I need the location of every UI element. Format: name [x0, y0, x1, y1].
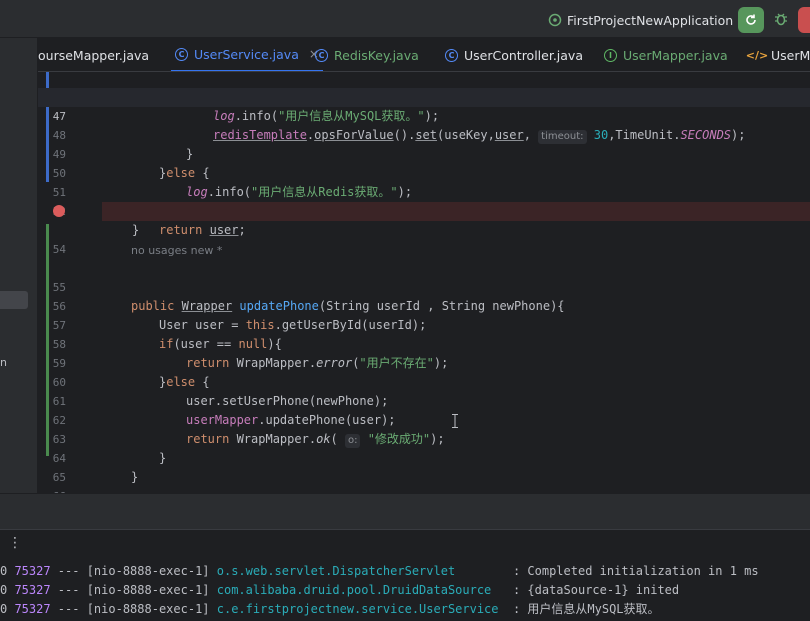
code-line: 49 }else { — [38, 126, 810, 180]
code-line: 66 } — [38, 468, 810, 493]
tab-usercontroller[interactable]: C UserController.java — [445, 38, 583, 71]
run-configuration-label: FirstProjectNewApplication — [567, 12, 734, 28]
tab-rediskey[interactable]: C RedisKey.java — [315, 38, 419, 71]
rerun-icon — [746, 14, 756, 25]
stop-button[interactable] — [798, 7, 810, 33]
tab-label: UserMa — [771, 47, 810, 63]
code-line: 46 log.info("用户信息从MySQL获取。"); — [38, 72, 810, 123]
run-console[interactable]: 0 75327 --- [nio-8888-exec-1] o.s.web.se… — [0, 559, 810, 621]
code-line: 52 return user; — [38, 183, 810, 237]
interface-icon: I — [604, 48, 617, 62]
code-line: 47 redisTemplate.opsForValue().set(useKe… — [38, 88, 810, 144]
console-logger: com.alibaba.druid.pool.DruidDataSource — [216, 583, 506, 597]
console-thread: --- [nio-8888-exec-1] — [50, 564, 217, 578]
code-line: 58 return WrapMapper.error("用户不存在"); — [38, 316, 810, 370]
editor-bottom-strip — [0, 493, 810, 529]
spring-boot-icon — [548, 13, 562, 27]
tab-label: UserMapper.java — [623, 47, 728, 63]
console-line: 0 75327 --- [nio-8888-exec-1] c.e.firstp… — [0, 600, 660, 619]
code-line: 60 user.setUserPhone(newPhone); — [38, 354, 810, 408]
rerun-button[interactable] — [738, 7, 764, 33]
console-pid: 75327 — [14, 583, 51, 597]
tab-coursemapper[interactable]: ourseMapper.java — [38, 38, 150, 71]
bug-icon — [775, 13, 787, 26]
class-icon: C — [315, 48, 328, 62]
tab-label: RedisKey.java — [334, 47, 419, 63]
console-logger: o.s.web.servlet.DispatcherServlet — [216, 564, 506, 578]
console-line: 0 75327 --- [nio-8888-exec-1] com.alibab… — [0, 581, 679, 600]
console-thread: --- [nio-8888-exec-1] — [50, 583, 217, 597]
editor-tabs: ourseMapper.java C UserService.java × C … — [38, 38, 810, 72]
code-line: 55 public Wrapper updatePhone(String use… — [38, 259, 810, 313]
more-options-icon[interactable]: ⋮ — [8, 535, 22, 551]
breakpoint-line: } — [102, 202, 810, 237]
selected-tree-item[interactable] — [0, 291, 28, 309]
tab-label: UserController.java — [464, 47, 583, 63]
console-pid: 75327 — [14, 602, 51, 616]
console-message: : Completed initialization in 1 ms — [505, 564, 759, 578]
tab-usermapper-xml[interactable]: </> UserMa — [745, 38, 810, 71]
code-line: 57 if(user == null){ — [38, 297, 810, 351]
line-number: 54 — [52, 243, 66, 256]
code-line: 64 } — [38, 430, 810, 484]
console-logger: c.e.firstprojectnew.service.UserService — [216, 602, 506, 616]
tree-item-fragment: n — [0, 356, 7, 369]
code-line: 62 return WrapMapper.ok( o: "修改成功"); — [38, 392, 810, 448]
console-prefix: 0 — [0, 583, 15, 597]
main-toolbar: FirstProjectNewApplication ⌄ — [0, 0, 810, 38]
run-configuration-selector[interactable]: FirstProjectNewApplication ⌄ — [548, 10, 751, 30]
code-line: 48 } — [38, 107, 810, 161]
code-line: 56 User user = this.getUserById(userId); — [38, 278, 810, 332]
console-prefix: 0 — [0, 564, 15, 578]
code-line: 65 — [38, 449, 810, 484]
code-line: 61 userMapper.updatePhone(user); — [38, 373, 810, 427]
console-message: : {dataSource-1} inited — [505, 583, 680, 597]
console-thread: --- [nio-8888-exec-1] — [50, 602, 217, 616]
console-line: 0 75327 --- [nio-8888-exec-1] o.s.web.se… — [0, 562, 759, 581]
console-prefix: 0 — [0, 602, 15, 616]
class-icon: C — [445, 48, 458, 62]
tab-userservice[interactable]: C UserService.java × — [171, 38, 323, 71]
debug-button[interactable] — [770, 8, 792, 30]
project-panel-edge: n — [0, 38, 38, 493]
breakpoint-icon[interactable] — [53, 205, 65, 217]
tab-label: UserService.java — [194, 46, 299, 62]
code-line: 63 } — [38, 411, 810, 465]
run-panel-header: ⋮ — [0, 529, 810, 559]
usages-inlay-hint[interactable]: no usages new * — [131, 244, 222, 257]
tab-usermapper[interactable]: I UserMapper.java — [604, 38, 728, 71]
code-editor[interactable]: 46 log.info("用户信息从MySQL获取。"); 47 redisTe… — [38, 72, 810, 493]
console-pid: 75327 — [14, 564, 51, 578]
code-line: 50 log.info("用户信息从Redis获取。"); — [38, 145, 810, 199]
text-cursor-icon — [452, 414, 458, 428]
code-line: 54 — [38, 221, 810, 256]
tab-label: ourseMapper.java — [38, 47, 150, 63]
xml-icon: </> — [745, 48, 769, 62]
class-icon: C — [175, 47, 188, 61]
code-line: 59 }else { — [38, 335, 810, 389]
console-message: : 用户信息从MySQL获取。 — [505, 602, 660, 616]
code-line: 51 } — [38, 164, 810, 218]
